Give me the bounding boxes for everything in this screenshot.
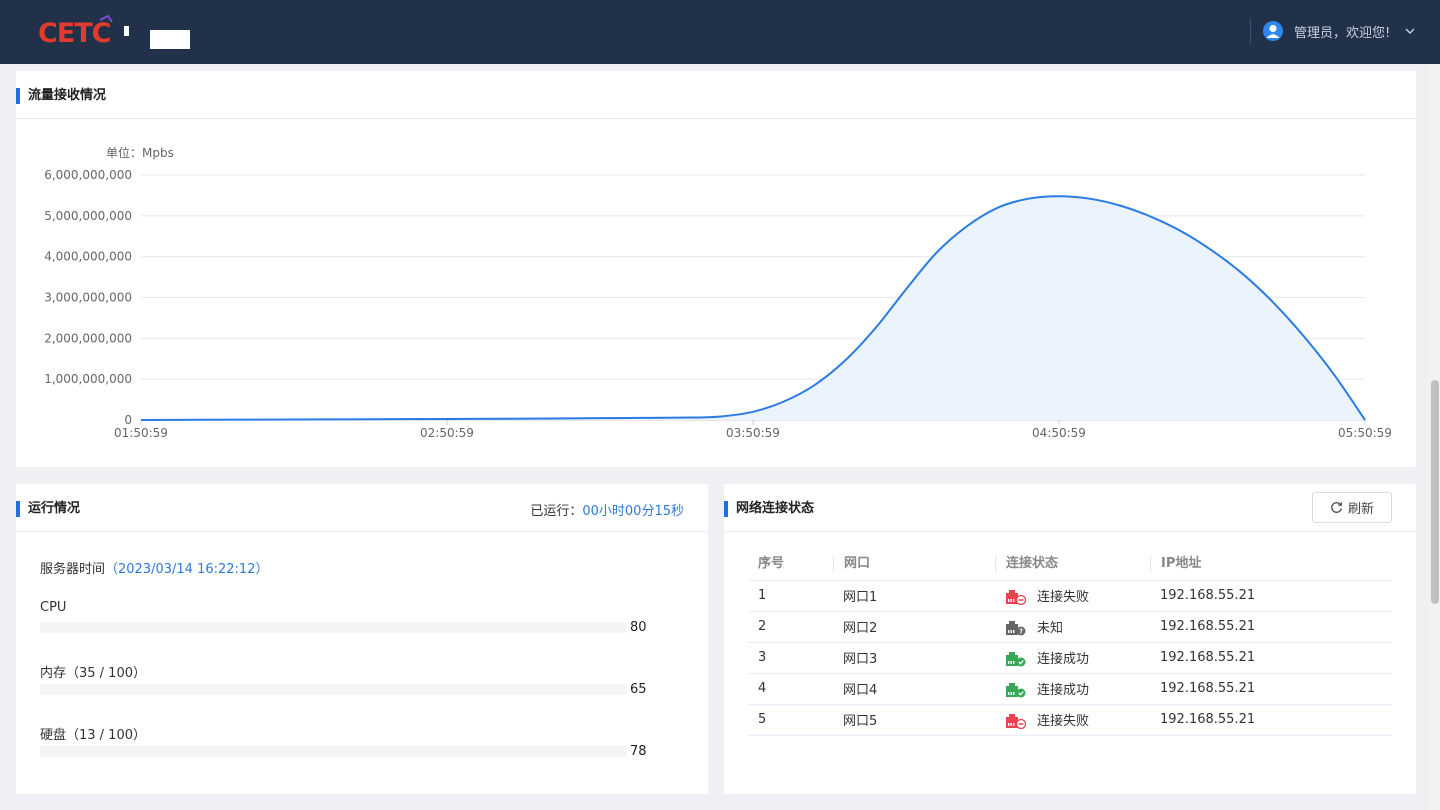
port-ok-icon — [1005, 682, 1027, 698]
row-index: 1 — [758, 588, 767, 603]
x-tick-label: 03:50:59 — [726, 426, 780, 440]
server-time-label: 服务器时间 — [40, 562, 106, 577]
row-port: 网口1 — [843, 590, 878, 605]
memory-progress-bar — [40, 684, 626, 695]
row-ip: 192.168.55.21 — [1160, 650, 1256, 665]
x-tick-label: 02:50:59 — [420, 426, 474, 440]
column-header-port: 网口 — [833, 549, 995, 581]
header-divider — [1250, 18, 1251, 44]
traffic-area — [141, 196, 1365, 420]
row-ip: 192.168.55.21 — [1160, 588, 1256, 603]
cpu-label: CPU — [40, 600, 67, 615]
y-tick-label: 5,000,000,000 — [44, 209, 132, 223]
table-row: 3 网口3 连接成功 192.168.55.21 — [748, 642, 1392, 674]
server-time-value: （2023/03/14 16:22:12） — [105, 562, 269, 577]
x-tick-label: 05:50:59 — [1338, 426, 1392, 440]
port-fail-icon — [1005, 713, 1027, 730]
cpu-progress-bar — [40, 622, 626, 633]
card-divider — [16, 531, 708, 532]
y-tick-label: 4,000,000,000 — [44, 250, 132, 264]
y-tick-label: 0 — [124, 413, 132, 427]
network-table: 序号 网口 连接状态 IP地址 1 网口1 连接失败 192.168.55.21… — [748, 549, 1392, 736]
cetc-logo: CETC — [38, 14, 129, 49]
uptime: 已运行：00小时00分15秒 — [530, 500, 684, 519]
column-header-status: 连接状态 — [995, 549, 1150, 581]
user-greeting[interactable]: 管理员，欢迎您! — [1294, 22, 1390, 41]
column-header-index: 序号 — [748, 549, 833, 581]
y-tick-label: 3,000,000,000 — [44, 291, 132, 305]
row-port: 网口3 — [843, 652, 878, 667]
svg-text:?: ? — [1019, 628, 1023, 636]
y-tick-label: 6,000,000,000 — [44, 168, 132, 182]
memory-label: 内存（35 / 100） — [40, 666, 146, 681]
uptime-value: 00小时00分15秒 — [582, 504, 684, 519]
row-port: 网口5 — [843, 714, 878, 729]
cpu-progress-fill — [40, 622, 509, 633]
traffic-card: 流量接收情况 0 1,000,000,000 2,000,000,000 3,000,… — [16, 71, 1416, 467]
product-name-placeholder — [150, 30, 190, 49]
row-ip: 192.168.55.21 — [1160, 619, 1256, 634]
row-status: 连接成功 — [1037, 651, 1090, 667]
uptime-label: 已运行： — [530, 504, 583, 519]
disk-progress-fill — [40, 746, 498, 757]
column-header-ip: IP地址 — [1150, 549, 1392, 581]
refresh-label: 刷新 — [1347, 502, 1374, 517]
chevron-down-icon[interactable] — [1404, 25, 1416, 37]
row-status: 连接失败 — [1037, 713, 1090, 729]
refresh-button[interactable]: 刷新 — [1312, 492, 1392, 523]
memory-value: 65 — [630, 682, 647, 697]
disk-progress-bar — [40, 746, 626, 757]
row-status: 连接失败 — [1037, 589, 1090, 605]
x-tick-label: 04:50:59 — [1032, 426, 1086, 440]
svg-text:CETC: CETC — [38, 18, 111, 49]
disk-label: 硬盘（13 / 100） — [40, 728, 146, 743]
top-bar: CETC 管理员，欢迎您! — [0, 0, 1440, 64]
row-index: 5 — [758, 712, 767, 727]
row-index: 2 — [758, 619, 767, 634]
port-ok-icon — [1005, 651, 1027, 667]
table-row: 1 网口1 连接失败 192.168.55.21 — [748, 580, 1392, 612]
port-fail-icon — [1005, 589, 1027, 606]
row-ip: 192.168.55.21 — [1160, 681, 1256, 696]
refresh-icon — [1331, 502, 1343, 513]
row-index: 4 — [758, 681, 767, 696]
y-tick-label: 2,000,000,000 — [44, 331, 132, 345]
table-row: 2 网口2 ? 未知 192.168.55.21 — [748, 611, 1392, 643]
port-unknown-icon: ? — [1005, 620, 1027, 636]
row-status: 连接成功 — [1037, 682, 1090, 698]
server-time: 服务器时间（2023/03/14 16:22:12） — [40, 558, 268, 577]
memory-progress-fill — [40, 684, 421, 695]
unit-label: 单位：Mpbs — [106, 145, 174, 160]
scrollbar-thumb[interactable] — [1431, 380, 1439, 604]
network-status-card: 网络连接状态 刷新 序号 网口 连接状态 IP地址 1 网口1 连接失败 192… — [724, 484, 1416, 794]
run-status-card: 运行情况 已运行：00小时00分15秒 服务器时间（2023/03/14 16:… — [16, 484, 708, 794]
cpu-value: 80 — [630, 620, 647, 635]
row-index: 3 — [758, 650, 767, 665]
y-tick-label: 1,000,000,000 — [44, 372, 132, 386]
run-title: 运行情况 — [16, 501, 80, 517]
card-divider — [724, 531, 1416, 532]
x-tick-label: 01:50:59 — [114, 426, 168, 440]
table-header-row: 序号 网口 连接状态 IP地址 — [748, 549, 1392, 581]
table-row: 4 网口4 连接成功 192.168.55.21 — [748, 673, 1392, 705]
row-ip: 192.168.55.21 — [1160, 712, 1256, 727]
row-port: 网口2 — [843, 621, 878, 636]
table-row: 5 网口5 连接失败 192.168.55.21 — [748, 704, 1392, 736]
network-title: 网络连接状态 — [724, 501, 814, 517]
disk-value: 78 — [630, 744, 647, 759]
traffic-chart: 0 1,000,000,000 2,000,000,000 3,000,000,000… — [44, 145, 1392, 440]
user-avatar-icon[interactable] — [1263, 21, 1283, 41]
row-port: 网口4 — [843, 683, 878, 698]
row-status: 未知 — [1037, 620, 1064, 636]
